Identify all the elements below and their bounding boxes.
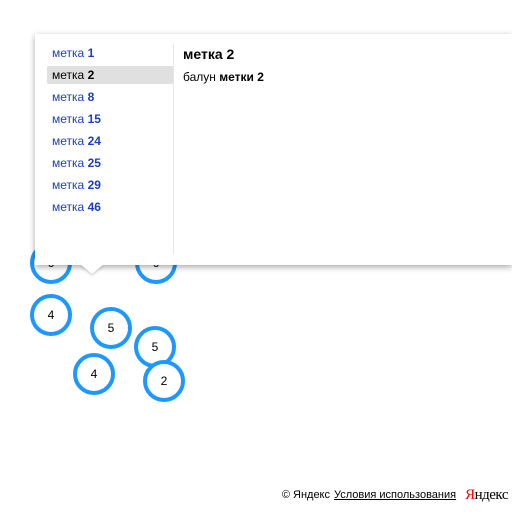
balloon-content-title: метка 2 [183, 46, 235, 62]
cluster-marker[interactable]: 5 [90, 307, 132, 349]
balloon-list-item[interactable]: метка 25 [47, 154, 173, 172]
cluster-balloon: метка 1 метка 2 метка 8 метка 15 метка 2… [35, 34, 512, 265]
cluster-count: 4 [47, 308, 55, 322]
balloon-body-bold: метки 2 [219, 70, 264, 84]
map-canvas[interactable]: 6 6 4 5 5 4 2 метка 1 метка 2 метка 8 ме… [0, 0, 512, 512]
balloon-tail [80, 264, 104, 274]
copyright-text: © Яндекс [281, 489, 330, 501]
yandex-logo[interactable]: Яндекс [465, 487, 508, 504]
balloon-list-item[interactable]: метка 1 [47, 44, 173, 62]
cluster-count: 5 [151, 340, 159, 354]
cluster-marker[interactable]: 4 [73, 353, 115, 395]
map-copyrights: © Яндекс Условия использования Яндекс [281, 486, 509, 504]
cluster-marker[interactable]: 2 [143, 360, 185, 402]
balloon-list-item-selected[interactable]: метка 2 [47, 66, 173, 84]
cluster-marker[interactable]: 4 [30, 294, 72, 336]
balloon-list-item[interactable]: метка 15 [47, 110, 173, 128]
balloon-list-item[interactable]: метка 24 [47, 132, 173, 150]
cluster-count: 4 [90, 367, 98, 381]
balloon-item-list: метка 1 метка 2 метка 8 метка 15 метка 2… [47, 44, 174, 254]
terms-of-use-link[interactable]: Условия использования [334, 489, 456, 501]
cluster-count: 5 [107, 321, 115, 335]
balloon-list-item[interactable]: метка 46 [47, 198, 173, 216]
balloon-content-body: балун метки 2 [183, 70, 493, 84]
balloon-content-panel: метка 2 балун метки 2 [183, 44, 493, 84]
cluster-count: 2 [160, 374, 168, 388]
balloon-list-item[interactable]: метка 29 [47, 176, 173, 194]
balloon-body-prefix: балун [183, 70, 216, 84]
balloon-list-item[interactable]: метка 8 [47, 88, 173, 106]
